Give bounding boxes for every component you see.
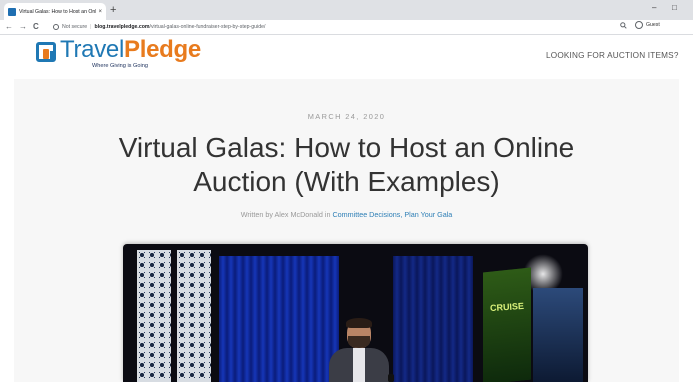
auction-items-nav-link[interactable]: LOOKING FOR AUCTION ITEMS? — [546, 51, 679, 60]
profile-label: Guest — [646, 22, 660, 28]
tab-title: Virtual Galas: How to Host an Onl — [19, 8, 97, 15]
hero-image: CRUISE — [123, 244, 588, 382]
logo-pledge-text: Pledge — [124, 36, 201, 63]
speaker-beard — [348, 336, 370, 348]
browser-toolbar: ← → C Not secure | blog.travelpledge.com… — [0, 20, 693, 35]
logo-wordmark: TravelPledge — [60, 36, 201, 64]
post-byline: Written by Alex McDonald in Committee De… — [0, 210, 693, 219]
stage-screen — [483, 267, 531, 382]
logo-mark-icon — [36, 42, 56, 62]
speaker-hair — [346, 318, 372, 328]
new-tab-button[interactable]: + — [110, 4, 116, 16]
stage-curtain-right — [393, 256, 473, 382]
microphone-icon — [388, 374, 394, 382]
category-links[interactable]: Committee Decisions, Plan Your Gala — [332, 210, 452, 219]
search-icon[interactable] — [620, 22, 627, 31]
minimize-icon[interactable]: – — [652, 3, 656, 12]
profile-button[interactable]: Guest — [635, 21, 660, 29]
site-favicon-icon — [8, 7, 16, 16]
forward-arrow-icon[interactable]: → — [19, 21, 27, 33]
decorative-panel-center — [177, 250, 211, 382]
back-arrow-icon[interactable]: ← — [5, 21, 13, 33]
post-title: Virtual Galas: How to Host an Online Auc… — [118, 132, 575, 197]
browser-tab[interactable]: Virtual Galas: How to Host an Onl × — [4, 3, 106, 20]
avatar-icon — [635, 21, 643, 29]
restore-icon[interactable]: □ — [672, 3, 677, 12]
logo-tagline: Where Giving is Going — [92, 63, 148, 69]
reload-icon[interactable]: C — [33, 21, 39, 33]
url-host: blog.travelpledge.com — [94, 24, 150, 30]
tab-close-icon[interactable]: × — [98, 9, 102, 15]
post-date: MARCH 24, 2020 — [307, 112, 386, 121]
byline-author: Written by Alex McDonald in — [240, 210, 331, 219]
stage-screen-right — [533, 288, 583, 382]
browser-tab-strip: Virtual Galas: How to Host an Onl × + – … — [0, 0, 693, 20]
security-label: Not secure — [62, 24, 88, 30]
url-separator: | — [90, 24, 92, 30]
stage-curtain — [219, 256, 339, 382]
speaker-shirt — [353, 348, 365, 382]
speaker-figure — [329, 318, 389, 382]
address-bar[interactable]: Not secure | blog.travelpledge.com /virt… — [53, 21, 653, 33]
info-icon[interactable] — [53, 24, 59, 30]
logo-travel-text: Travel — [60, 36, 124, 63]
url-path: /virtual-galas-online-fundraiser-step-by… — [149, 24, 266, 30]
decorative-panel-left — [137, 250, 171, 382]
